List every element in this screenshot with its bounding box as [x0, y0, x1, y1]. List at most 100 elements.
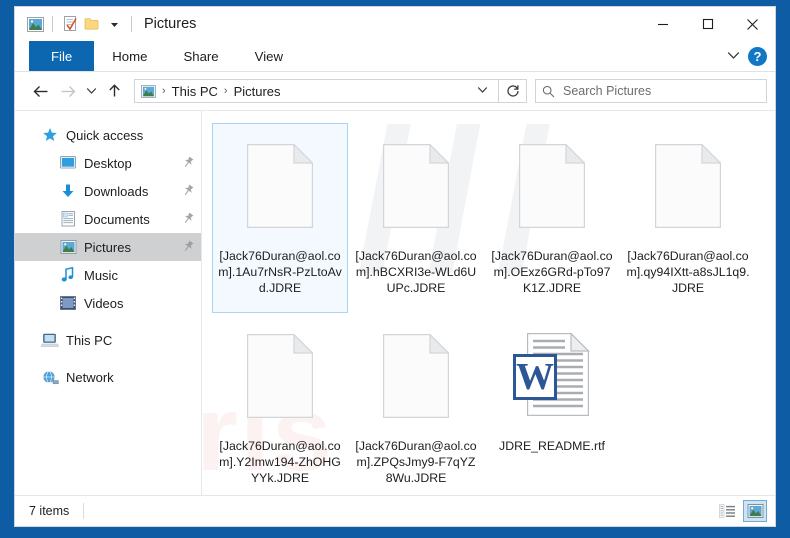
- sidebar-item-pictures[interactable]: Pictures: [15, 233, 201, 261]
- ribbon-right-controls: ?: [727, 41, 767, 71]
- sidebar-label: Quick access: [66, 127, 144, 143]
- breadcrumb-pictures-icon: [141, 84, 156, 98]
- explorer-body: Quick access Desktop Downloads Documents…: [15, 111, 775, 495]
- pictures-folder-icon[interactable]: [24, 13, 46, 35]
- blank-file-icon: [504, 130, 600, 242]
- status-bar: 7 items: [15, 495, 775, 526]
- file-list-view[interactable]: /// ris [Jack76Duran@aol.com].1Au7rNsR-P…: [202, 111, 775, 495]
- file-name: [Jack76Duran@aol.com].Y2Imw194-ZhOHGYYk.…: [219, 439, 341, 485]
- quick-access-toolbar: Pictures: [15, 13, 196, 35]
- window-controls: [640, 7, 775, 41]
- this-pc-icon: [41, 331, 59, 349]
- new-folder-icon[interactable]: [81, 13, 103, 35]
- blank-file-icon: [640, 130, 736, 242]
- sidebar-item-videos[interactable]: Videos: [15, 289, 201, 317]
- tab-view[interactable]: View: [237, 41, 301, 71]
- file-item[interactable]: [Jack76Duran@aol.com].Y2Imw194-ZhOHGYYk.…: [212, 313, 348, 495]
- status-divider: [83, 503, 85, 519]
- close-button[interactable]: [730, 7, 775, 41]
- file-item[interactable]: [Jack76Duran@aol.com].qy94IXtt-a8sJL1q9.…: [620, 123, 756, 313]
- rtf-document-icon: W: [504, 320, 600, 432]
- breadcrumb-this-pc[interactable]: This PC: [169, 84, 221, 99]
- sidebar-label: Desktop: [84, 155, 132, 171]
- sidebar-gap-1: [15, 317, 201, 326]
- tab-home[interactable]: Home: [94, 41, 165, 71]
- file-name: [Jack76Duran@aol.com].qy94IXtt-a8sJL1q9.…: [626, 249, 750, 295]
- blank-file-icon: [368, 320, 464, 432]
- sidebar-label: Music: [84, 267, 118, 283]
- file-item[interactable]: [Jack76Duran@aol.com].ZPQsJmy9-F7qYZ8Wu.…: [348, 313, 484, 495]
- properties-icon[interactable]: [59, 13, 81, 35]
- blank-file-icon: [232, 130, 328, 242]
- file-explorer-window: Pictures File Home Share View ? › This P…: [14, 6, 776, 527]
- breadcrumb-pictures[interactable]: Pictures: [231, 84, 284, 99]
- search-icon: [542, 85, 555, 98]
- help-icon[interactable]: ?: [748, 46, 767, 66]
- up-button[interactable]: [101, 78, 128, 104]
- file-name: JDRE_README.rtf: [499, 439, 605, 453]
- large-icons-view-button[interactable]: [743, 500, 767, 522]
- videos-icon: [59, 294, 77, 312]
- star-icon: [41, 126, 59, 144]
- blank-file-icon: [368, 130, 464, 242]
- file-name: [Jack76Duran@aol.com].hBCXRI3e-WLd6UUPc.…: [355, 249, 477, 295]
- forward-button[interactable]: [54, 78, 81, 104]
- file-item[interactable]: [Jack76Duran@aol.com].1Au7rNsR-PzLtoAvd.…: [212, 123, 348, 313]
- pin-icon[interactable]: [179, 210, 197, 229]
- file-name: [Jack76Duran@aol.com].OExz6GRd-pTo97K1Z.…: [491, 249, 613, 295]
- tab-file[interactable]: File: [29, 41, 95, 71]
- sidebar-item-quick-access[interactable]: Quick access: [15, 121, 201, 149]
- sidebar-label: This PC: [66, 332, 113, 348]
- maximize-button[interactable]: [685, 7, 730, 41]
- sidebar-item-documents[interactable]: Documents: [15, 205, 201, 233]
- sidebar-label: Pictures: [84, 239, 131, 255]
- file-item[interactable]: W JDRE_README.rtf: [484, 313, 620, 495]
- desktop-background: Pictures File Home Share View ? › This P…: [0, 0, 790, 538]
- item-count: 7 items: [29, 504, 70, 518]
- sidebar-item-desktop[interactable]: Desktop: [15, 149, 201, 177]
- view-mode-buttons: [715, 500, 767, 522]
- sidebar-item-network[interactable]: Network: [15, 363, 201, 391]
- minimize-button[interactable]: [640, 7, 685, 41]
- search-box[interactable]: Search Pictures: [535, 79, 767, 103]
- sidebar-item-this-pc[interactable]: This PC: [15, 326, 201, 354]
- ribbon-tab-bar: File Home Share View ?: [15, 41, 775, 72]
- svg-text:W: W: [516, 356, 554, 398]
- file-name: [Jack76Duran@aol.com].ZPQsJmy9-F7qYZ8Wu.…: [355, 439, 477, 485]
- sidebar-label: Downloads: [84, 183, 149, 199]
- network-icon: [41, 368, 59, 386]
- refresh-button[interactable]: [499, 79, 527, 103]
- recent-locations-chevron-icon[interactable]: [81, 78, 101, 104]
- breadcrumb-bar[interactable]: › This PC › Pictures: [134, 79, 499, 103]
- window-title: Pictures: [144, 16, 197, 32]
- customize-qat-chevron-icon[interactable]: [103, 13, 125, 35]
- pictures-icon: [59, 238, 77, 256]
- file-name: [Jack76Duran@aol.com].1Au7rNsR-PzLtoAvd.…: [218, 249, 342, 295]
- pin-icon[interactable]: [179, 182, 197, 201]
- qat-divider-2: [131, 16, 132, 32]
- documents-icon: [59, 210, 77, 228]
- file-item[interactable]: [Jack76Duran@aol.com].hBCXRI3e-WLd6UUPc.…: [348, 123, 484, 313]
- sidebar-label: Videos: [84, 295, 124, 311]
- sidebar-item-downloads[interactable]: Downloads: [15, 177, 201, 205]
- music-icon: [59, 266, 77, 284]
- pin-icon[interactable]: [179, 154, 197, 173]
- address-bar: › This PC › Pictures Search Pictures: [15, 72, 775, 111]
- blank-file-icon: [232, 320, 328, 432]
- breadcrumb-dropdown-icon[interactable]: [471, 86, 494, 97]
- tab-share[interactable]: Share: [165, 41, 236, 71]
- title-bar: Pictures: [15, 7, 775, 41]
- back-button[interactable]: [27, 78, 54, 104]
- expand-ribbon-chevron-icon[interactable]: [727, 47, 740, 65]
- sidebar-label: Network: [66, 369, 114, 385]
- breadcrumb-separator-2: ›: [223, 85, 228, 97]
- navigation-pane: Quick access Desktop Downloads Documents…: [15, 111, 202, 495]
- desktop-icon: [59, 154, 77, 172]
- downloads-icon: [59, 182, 77, 200]
- file-item[interactable]: [Jack76Duran@aol.com].OExz6GRd-pTo97K1Z.…: [484, 123, 620, 313]
- pin-icon[interactable]: [179, 238, 197, 257]
- search-placeholder: Search Pictures: [563, 84, 652, 98]
- sidebar-item-music[interactable]: Music: [15, 261, 201, 289]
- details-view-button[interactable]: [715, 500, 739, 522]
- sidebar-gap-2: [15, 354, 201, 363]
